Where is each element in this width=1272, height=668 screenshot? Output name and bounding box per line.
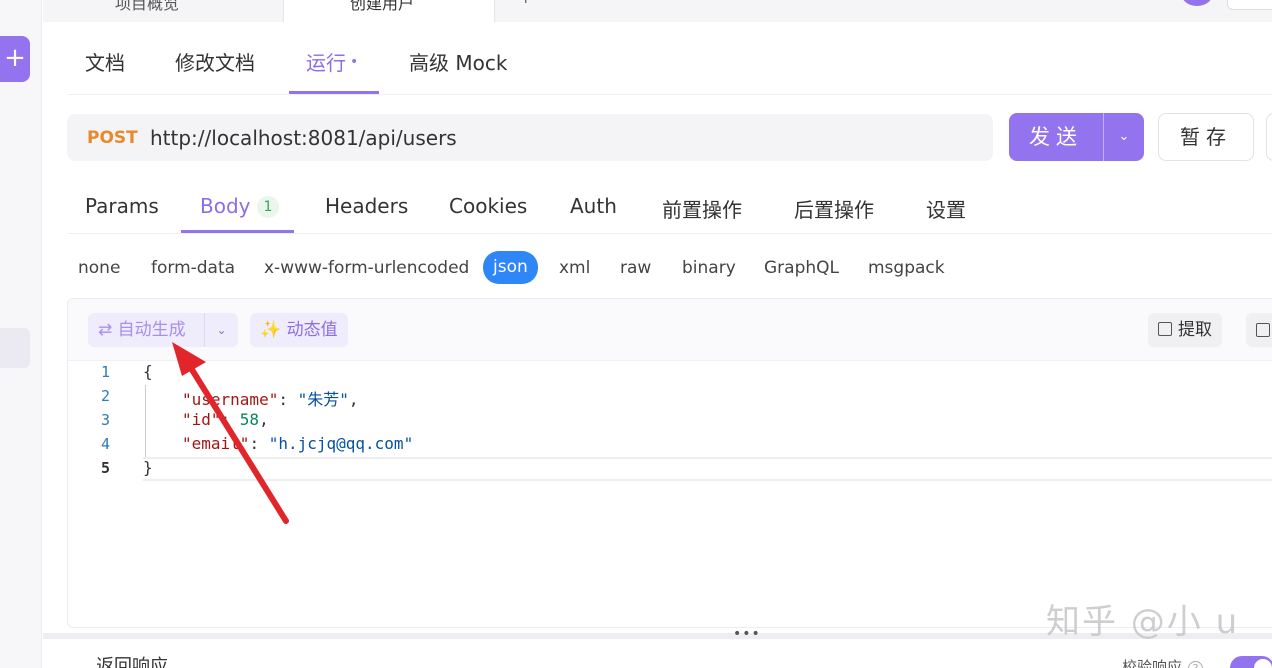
auto-generate-main[interactable]: ⇄ 自动生成 [88, 313, 204, 347]
tab-run-label: 运行 [306, 51, 346, 75]
drag-handle-icon[interactable]: ••• [733, 626, 761, 642]
dynamic-value-label: 动态值 [286, 320, 338, 340]
validate-label: 校验响应 [1122, 658, 1183, 668]
more-button[interactable] [1266, 113, 1272, 161]
body-type-binary[interactable]: binary [682, 258, 736, 278]
tab-pre-request[interactable]: 前置操作 [662, 194, 742, 223]
tab-auth[interactable]: Auth [570, 194, 617, 218]
repeat-icon: ⇄ [98, 320, 118, 340]
json-comma: , [259, 410, 269, 429]
json-key: "id" [182, 410, 221, 429]
tab-project-overview[interactable]: 项目概览 [115, 0, 179, 14]
url-input[interactable]: http://localhost:8081/api/users [150, 126, 457, 150]
tab-body[interactable]: Body 1 [200, 194, 280, 218]
body-type-xml[interactable]: xml [559, 258, 590, 278]
divider [67, 94, 1272, 95]
tab-run[interactable]: 运行 • [306, 47, 358, 76]
code-line: 2 "username": "朱芳", [68, 385, 1272, 409]
tab-post-request[interactable]: 后置操作 [794, 194, 874, 223]
line-number: 3 [100, 411, 110, 429]
json-comma: , [348, 390, 359, 409]
format-icon [1256, 323, 1270, 337]
add-icon[interactable]: + [0, 36, 30, 82]
app-root: + 项目概览 创建用户 + 文档 修改文档 运行• 高级 Mock POST h… [0, 0, 1272, 668]
tab-cookies[interactable]: Cookies [449, 194, 527, 218]
tab-params[interactable]: Params [85, 194, 159, 218]
code-text: { [143, 362, 153, 381]
json-value: "h.jcjq@qq.com" [268, 434, 414, 453]
extract-button[interactable]: 提取 [1148, 313, 1222, 347]
tab-advanced-mock[interactable]: 高级 Mock [409, 47, 507, 76]
line-number: 5 [100, 459, 110, 477]
tab-create-user-label: 创建用户 [350, 0, 415, 13]
unsaved-dot: • [350, 54, 359, 70]
send-button[interactable]: 发送 ⌄ [1009, 113, 1144, 161]
validate-toggle[interactable] [1230, 656, 1272, 668]
environment-selector[interactable] [1227, 0, 1272, 10]
line-number: 4 [100, 435, 110, 453]
dynamic-value-button[interactable]: ✨ 动态值 [250, 313, 348, 347]
divider [67, 233, 1272, 234]
line-number: 2 [100, 387, 110, 405]
toggle-knob [1254, 659, 1272, 668]
watermark: 知乎 @小 u [1046, 602, 1240, 642]
body-type-msgpack[interactable]: msgpack [868, 258, 945, 278]
tab-create-user[interactable]: 创建用户 [283, 0, 495, 22]
code-text: "id": 58, [182, 410, 269, 429]
body-type-graphql[interactable]: GraphQL [764, 258, 839, 278]
json-editor[interactable]: ⇄ 自动生成 ⌄ ✨ 动态值 提取 1 { 2 "username": "朱芳"… [67, 298, 1272, 628]
response-section-header[interactable]: ⌄ 返回响应 [70, 652, 168, 668]
method-select[interactable]: POST [87, 128, 138, 148]
json-key: "email" [182, 434, 250, 453]
send-label: 发送 [1029, 125, 1083, 149]
help-icon[interactable]: ? [1188, 661, 1204, 668]
extract-icon [1158, 322, 1172, 336]
new-tab-button[interactable]: + [519, 0, 532, 7]
auto-generate-button[interactable]: ⇄ 自动生成 ⌄ [88, 313, 238, 347]
chevron-down-icon[interactable]: ⌄ [70, 661, 80, 668]
body-type-json[interactable]: json [483, 251, 538, 284]
magic-wand-icon: ✨ [260, 320, 287, 340]
response-section-title: 返回响应 [96, 656, 169, 668]
body-type-raw[interactable]: raw [620, 258, 651, 278]
body-count-badge: 1 [256, 196, 280, 218]
format-button[interactable] [1246, 313, 1272, 347]
code-line: 3 "id": 58, [68, 409, 1272, 433]
json-value: 58 [239, 410, 260, 429]
sidebar-active-item[interactable] [0, 328, 30, 368]
tab-body-label: Body [200, 194, 251, 218]
json-value: "朱芳" [297, 390, 349, 409]
editor-toolbar: ⇄ 自动生成 ⌄ ✨ 动态值 提取 [68, 299, 1272, 361]
tab-settings[interactable]: 设置 [926, 194, 966, 223]
tab-doc[interactable]: 文档 [85, 47, 125, 76]
json-key: "username" [182, 390, 279, 409]
code-text: "email": "h.jcjq@qq.com" [182, 434, 414, 453]
code-line: 4 "email": "h.jcjq@qq.com" [68, 433, 1272, 457]
chevron-down-icon[interactable]: ⌄ [1104, 113, 1144, 161]
code-line: 5 } [68, 457, 1272, 481]
url-bar[interactable]: POST http://localhost:8081/api/users [67, 114, 993, 161]
extract-label: 提取 [1178, 320, 1212, 340]
tab-edit-doc[interactable]: 修改文档 [175, 47, 255, 76]
auto-generate-label: 自动生成 [117, 320, 186, 340]
validate-response: 校验响应? [1122, 656, 1204, 668]
chevron-down-icon[interactable]: ⌄ [205, 313, 238, 347]
line-number: 1 [100, 363, 110, 381]
save-button[interactable]: 暂存 [1158, 113, 1254, 161]
body-type-form-data[interactable]: form-data [151, 258, 235, 278]
code-line: 1 { [68, 361, 1272, 385]
code-text: } [143, 458, 153, 477]
code-text: "username": "朱芳", [182, 390, 359, 409]
tab-headers[interactable]: Headers [325, 194, 408, 218]
avatar[interactable] [1181, 0, 1213, 6]
body-type-urlencoded[interactable]: x-www-form-urlencoded [264, 258, 469, 278]
top-tab-strip: 项目概览 创建用户 + [43, 0, 1272, 22]
left-sidebar: + [0, 0, 42, 668]
body-type-none[interactable]: none [78, 258, 120, 278]
